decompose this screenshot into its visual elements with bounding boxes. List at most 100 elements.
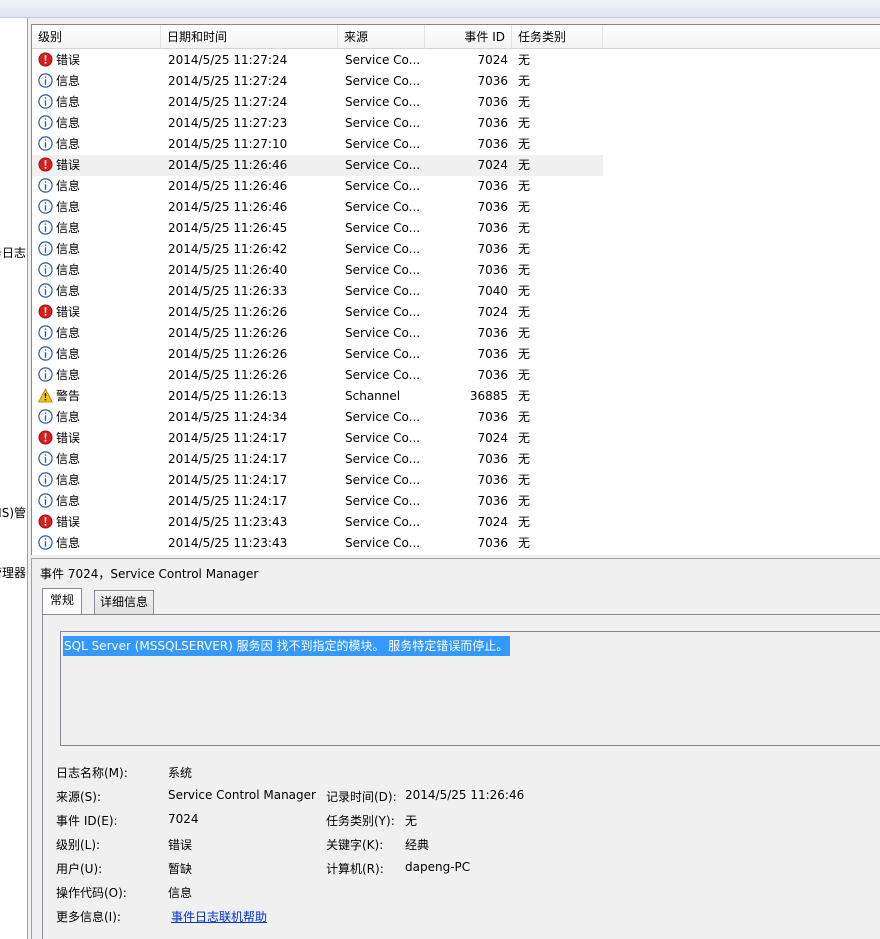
event-row[interactable]: 信息 2014/5/25 11:27:24 Service Co... 7036 无 [32, 92, 880, 113]
tree-item-fragment[interactable]: (IIS)管 [0, 504, 26, 521]
event-id: 7024 [477, 431, 508, 445]
event-task-category: 无 [518, 74, 531, 88]
event-level-text: 信息 [56, 284, 81, 298]
tab-details[interactable]: 详细信息 [94, 590, 155, 614]
value-level: 错误 [168, 838, 193, 852]
value-task-category: 无 [405, 814, 418, 828]
event-list[interactable]: 级别 日期和时间 来源 事件 ID 任务类别 错误 2014/5/25 11:27… [31, 24, 880, 555]
event-id: 7036 [477, 368, 508, 382]
event-row[interactable]: 信息 2014/5/25 11:27:24 Service Co... 7036 无 [32, 71, 880, 92]
event-row[interactable]: 信息 2014/5/25 11:23:43 Service Co... 7036 无 [32, 533, 880, 554]
event-id: 7040 [477, 284, 508, 298]
event-id: 7036 [477, 410, 508, 424]
event-row[interactable]: 信息 2014/5/25 11:27:10 Service Co... 7036 无 [32, 134, 880, 155]
event-level: 错误 [38, 155, 158, 176]
event-row[interactable]: 信息 2014/5/25 11:26:40 Service Co... 7036 无 [32, 260, 880, 281]
info-icon [38, 94, 53, 109]
event-id: 36885 [469, 389, 508, 403]
event-task-category: 无 [518, 284, 531, 298]
more-info-link[interactable]: 事件日志联机帮助 [171, 908, 267, 925]
event-level-text: 信息 [56, 74, 81, 88]
error-icon [38, 157, 53, 172]
value-event-id: 7024 [168, 812, 199, 826]
event-level-text: 信息 [56, 494, 81, 508]
event-id: 7036 [477, 179, 508, 193]
event-level: 信息 [38, 218, 158, 239]
event-id: 7024 [477, 305, 508, 319]
column-header-task-category[interactable]: 任务类别 [512, 25, 603, 49]
event-id: 7036 [477, 536, 508, 550]
event-datetime: 2014/5/25 11:24:17 [168, 473, 288, 487]
event-source: Service Co... [345, 536, 421, 550]
event-datetime: 2014/5/25 11:24:34 [168, 410, 288, 424]
event-row[interactable]: 错误 2014/5/25 11:26:46 Service Co... 7024 无 [32, 155, 880, 176]
event-level: 信息 [38, 71, 158, 92]
event-level-text: 错误 [56, 431, 81, 445]
tab-general[interactable]: 常规 [42, 588, 83, 614]
event-row[interactable]: 信息 2014/5/25 11:27:23 Service Co... 7036 无 [32, 113, 880, 134]
event-task-category: 无 [518, 431, 531, 445]
event-level: 错误 [38, 302, 158, 323]
event-source: Service Co... [345, 116, 421, 130]
info-icon [38, 136, 53, 151]
event-task-category: 无 [518, 536, 531, 550]
event-datetime: 2014/5/25 11:24:17 [168, 494, 288, 508]
event-source: Service Co... [345, 305, 421, 319]
event-row[interactable]: 错误 2014/5/25 11:24:17 Service Co... 7024 无 [32, 428, 880, 449]
event-id: 7036 [477, 137, 508, 151]
value-user: 暂缺 [168, 862, 193, 876]
event-datetime: 2014/5/25 11:26:26 [168, 305, 288, 319]
event-source: Service Co... [345, 326, 421, 340]
event-level-text: 错误 [56, 158, 81, 172]
event-task-category: 无 [518, 515, 531, 529]
event-datetime: 2014/5/25 11:26:42 [168, 242, 288, 256]
event-task-category: 无 [518, 221, 531, 235]
event-row[interactable]: 信息 2014/5/25 11:24:17 Service Co... 7036 无 [32, 449, 880, 470]
info-icon [38, 325, 53, 340]
event-source: Service Co... [345, 263, 421, 277]
event-datetime: 2014/5/25 11:26:40 [168, 263, 288, 277]
event-row[interactable]: 信息 2014/5/25 11:26:42 Service Co... 7036 无 [32, 239, 880, 260]
event-row[interactable]: 错误 2014/5/25 11:27:24 Service Co... 7024 无 [32, 50, 880, 71]
event-task-category: 无 [518, 389, 531, 403]
event-id: 7036 [477, 473, 508, 487]
event-row[interactable]: 信息 2014/5/25 11:24:17 Service Co... 7036 无 [32, 470, 880, 491]
column-header-source[interactable]: 来源 [338, 25, 425, 49]
column-header-event-id[interactable]: 事件 ID [425, 25, 512, 49]
event-level: 信息 [38, 365, 158, 386]
event-row[interactable]: 信息 2014/5/25 11:26:46 Service Co... 7036 无 [32, 176, 880, 197]
tree-item-fragment[interactable]: 管理器 [0, 564, 26, 581]
event-row[interactable]: 信息 2014/5/25 11:26:26 Service Co... 7036 无 [32, 323, 880, 344]
event-datetime: 2014/5/25 11:23:43 [168, 515, 288, 529]
event-row[interactable]: 信息 2014/5/25 11:26:33 Service Co... 7040 无 [32, 281, 880, 302]
event-row[interactable]: 警告 2014/5/25 11:26:13 Schannel 36885 无 [32, 386, 880, 407]
error-icon [38, 52, 53, 67]
event-row[interactable]: 错误 2014/5/25 11:23:43 Service Co... 7024 无 [32, 512, 880, 533]
error-icon [38, 514, 53, 529]
event-row[interactable]: 信息 2014/5/25 11:24:17 Service Co... 7036 无 [32, 491, 880, 512]
event-id: 7036 [477, 494, 508, 508]
event-datetime: 2014/5/25 11:24:17 [168, 452, 288, 466]
event-datetime: 2014/5/25 11:27:24 [168, 95, 288, 109]
event-row[interactable]: 信息 2014/5/25 11:26:45 Service Co... 7036 无 [32, 218, 880, 239]
event-row[interactable]: 信息 2014/5/25 11:26:46 Service Co... 7036 无 [32, 197, 880, 218]
navigation-tree-pane[interactable]: 务日志 (IIS)管 管理器 [0, 18, 28, 939]
column-header-datetime[interactable]: 日期和时间 [161, 25, 338, 49]
event-row[interactable]: 信息 2014/5/25 11:24:34 Service Co... 7036 无 [32, 407, 880, 428]
event-source: Service Co... [345, 473, 421, 487]
event-source: Service Co... [345, 200, 421, 214]
event-level-text: 信息 [56, 326, 81, 340]
event-level-text: 信息 [56, 137, 81, 151]
event-row[interactable]: 错误 2014/5/25 11:26:26 Service Co... 7024 无 [32, 302, 880, 323]
event-message-text[interactable]: SQL Server (MSSQLSERVER) 服务因 找不到指定的模块。 服… [63, 636, 511, 656]
info-icon [38, 241, 53, 256]
event-level: 信息 [38, 449, 158, 470]
event-row[interactable]: 信息 2014/5/25 11:26:26 Service Co... 7036 无 [32, 365, 880, 386]
error-icon [38, 304, 53, 319]
column-header-level[interactable]: 级别 [32, 25, 161, 49]
event-datetime: 2014/5/25 11:26:13 [168, 389, 288, 403]
event-message-box[interactable]: SQL Server (MSSQLSERVER) 服务因 找不到指定的模块。 服… [60, 631, 880, 746]
event-row[interactable]: 信息 2014/5/25 11:26:26 Service Co... 7036 无 [32, 344, 880, 365]
label-level: 级别(L): [56, 838, 101, 852]
tree-item-fragment[interactable]: 务日志 [0, 244, 26, 261]
